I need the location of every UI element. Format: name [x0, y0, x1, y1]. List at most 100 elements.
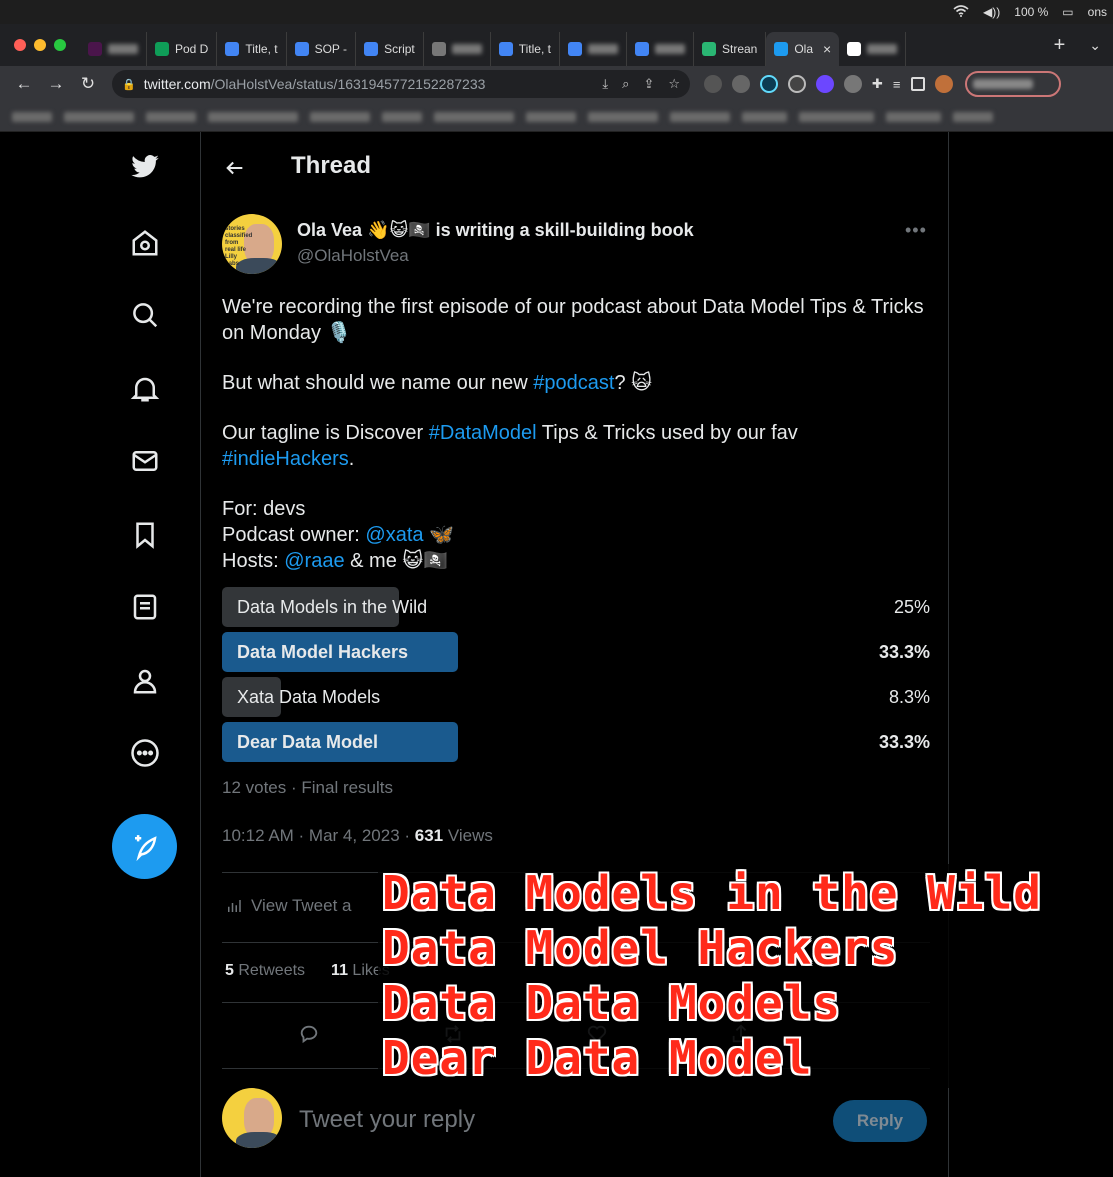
browser-tab[interactable]: [627, 32, 694, 66]
battery-percent: 100 %: [1014, 5, 1049, 19]
blurred-bookmark[interactable]: [953, 111, 993, 122]
bookmarks-bar: [0, 102, 1113, 132]
lock-icon[interactable]: 🔒: [122, 78, 136, 91]
battery-icon[interactable]: ▭: [1062, 5, 1073, 19]
extension-icon[interactable]: [816, 75, 834, 93]
browser-tab[interactable]: Pod D: [147, 32, 218, 66]
reply-input[interactable]: Tweet your reply: [299, 1106, 475, 1134]
zoom-window-button[interactable]: [54, 39, 66, 51]
back-arrow-icon[interactable]: [221, 154, 249, 182]
volume-icon[interactable]: ◀)): [983, 5, 1000, 19]
back-button[interactable]: ←: [10, 70, 38, 98]
hashtag-link[interactable]: #DataModel: [429, 422, 537, 444]
browser-tab[interactable]: Strean: [694, 32, 767, 66]
reply-icon[interactable]: [297, 1022, 321, 1046]
blurred-bookmark[interactable]: [886, 111, 941, 122]
poll-option: Data Models in the Wild 25%: [222, 587, 930, 627]
profile-icon[interactable]: [124, 660, 166, 702]
browser-tab[interactable]: SOP -: [287, 32, 357, 66]
author-name[interactable]: Ola Vea 👋😺🏴‍☠️ is writing a skill-buildi…: [297, 220, 694, 241]
caption-overlay: Data Models in the Wild Data Model Hacker…: [378, 864, 1041, 1088]
tweet-timestamp[interactable]: 10:12 AM · Mar 4, 2023 · 631 Views: [222, 826, 493, 846]
profile-chip[interactable]: [964, 71, 1061, 97]
browser-tab[interactable]: Ola ×: [766, 32, 840, 66]
page-title: Thread: [291, 152, 372, 179]
left-navigation: [100, 132, 190, 1177]
retweets-count-link[interactable]: 5 Retweets: [225, 962, 305, 980]
zoom-icon[interactable]: ⌕: [622, 76, 629, 92]
more-options-icon[interactable]: [124, 732, 166, 774]
extension-icon[interactable]: [844, 75, 862, 93]
slack-icon: [88, 42, 102, 56]
side-panel-icon[interactable]: [910, 77, 925, 91]
media-control-icon[interactable]: ≡: [893, 77, 901, 92]
forward-button[interactable]: →: [42, 70, 70, 98]
blurred-tab-label: [108, 44, 138, 54]
messages-envelope-icon[interactable]: [124, 440, 166, 482]
blurred-bookmark[interactable]: [742, 111, 787, 122]
twitter-icon: [774, 42, 789, 56]
compose-tweet-button[interactable]: [112, 814, 177, 879]
address-bar[interactable]: 🔒 twitter.com/OlaHolstVea/status/1631945…: [112, 70, 690, 98]
extension-icon[interactable]: [788, 75, 806, 93]
react-devtools-icon[interactable]: [760, 75, 778, 93]
browser-tab[interactable]: Script: [356, 32, 424, 66]
notifications-bell-icon[interactable]: [124, 368, 166, 410]
new-tab-button[interactable]: +: [1042, 34, 1078, 57]
author-avatar[interactable]: stories classified from real life Lilly …: [222, 214, 282, 274]
blurred-bookmark[interactable]: [310, 111, 370, 122]
explore-search-icon[interactable]: [124, 294, 166, 336]
close-tab-icon[interactable]: ×: [823, 41, 831, 57]
blurred-bookmark[interactable]: [670, 111, 730, 122]
reload-button[interactable]: ↻: [74, 70, 102, 98]
clock-fragment[interactable]: ons: [1088, 5, 1107, 19]
blurred-bookmark[interactable]: [208, 111, 298, 122]
blurred-bookmark[interactable]: [588, 111, 658, 122]
more-options-ellipsis-icon[interactable]: •••: [905, 220, 927, 241]
hashtag-link[interactable]: #podcast: [533, 372, 614, 394]
poll-option-label: Xata Data Models: [237, 686, 381, 707]
tab-label: Script: [384, 42, 415, 56]
browser-tab[interactable]: Title, t: [217, 32, 287, 66]
docs-icon: [294, 42, 309, 56]
poll-option: Dear Data Model 33.3%: [222, 722, 930, 762]
bookmark-star-icon[interactable]: ☆: [668, 76, 680, 92]
install-icon[interactable]: ⤓: [602, 76, 608, 92]
extension-icon[interactable]: [704, 75, 722, 93]
reply-button[interactable]: Reply: [833, 1100, 927, 1142]
author-handle[interactable]: @OlaHolstVea: [297, 246, 409, 266]
browser-tab[interactable]: Title, t: [491, 32, 560, 66]
tweet-line: But what should we name our new #podcast…: [222, 372, 652, 394]
wifi-icon[interactable]: [953, 4, 969, 20]
close-window-button[interactable]: [14, 39, 26, 51]
browser-tab[interactable]: [839, 32, 907, 66]
bookmarks-icon[interactable]: [124, 514, 166, 556]
twitter-logo-icon[interactable]: [124, 146, 166, 188]
hashtag-link[interactable]: #indieHackers: [222, 448, 349, 470]
caption-line: Dear Data Model: [382, 1031, 813, 1085]
poll-option-label: Data Model Hackers: [237, 641, 409, 662]
browser-tab[interactable]: [80, 32, 147, 66]
extension-icon[interactable]: [732, 75, 750, 93]
blurred-bookmark[interactable]: [64, 111, 134, 122]
browser-tab[interactable]: [424, 32, 491, 66]
puzzle-icon[interactable]: ✚: [872, 76, 883, 92]
home-icon[interactable]: [124, 222, 166, 264]
mention-link[interactable]: @raae: [284, 550, 344, 572]
blurred-bookmark[interactable]: [12, 111, 52, 122]
blurred-bookmark[interactable]: [434, 111, 514, 122]
blurred-bookmark[interactable]: [382, 111, 422, 122]
profile-avatar[interactable]: [934, 75, 953, 93]
browser-tab[interactable]: [560, 32, 627, 66]
blurred-bookmark[interactable]: [526, 111, 576, 122]
tab-search-chevron-icon[interactable]: ⌄: [1077, 37, 1113, 54]
blurred-bookmark[interactable]: [146, 111, 196, 122]
lists-icon[interactable]: [124, 586, 166, 628]
tab-label: Title, t: [518, 42, 551, 56]
blurred-bookmark[interactable]: [799, 111, 874, 122]
mention-link[interactable]: @xata: [365, 524, 423, 546]
share-icon[interactable]: ⇪: [643, 76, 654, 92]
minimize-window-button[interactable]: [34, 39, 46, 51]
docs-icon: [498, 42, 513, 56]
view-tweet-analytics-link[interactable]: View Tweet a: [225, 896, 352, 916]
